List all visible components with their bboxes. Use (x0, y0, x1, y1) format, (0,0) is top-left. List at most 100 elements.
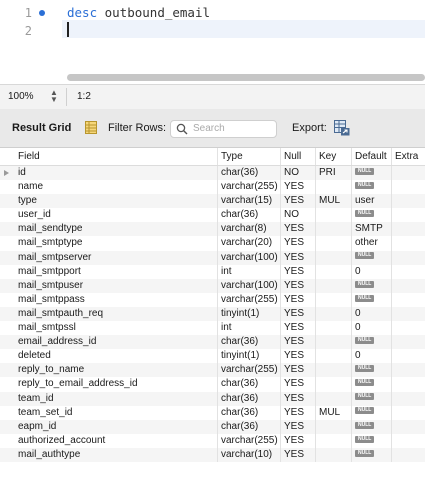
cell-key[interactable] (316, 391, 352, 406)
column-header-key[interactable]: Key (316, 148, 352, 165)
zoom-stepper-icon[interactable]: ▲ ▼ (50, 89, 58, 104)
cell-extra[interactable] (392, 180, 425, 194)
cell-extra[interactable] (392, 406, 425, 420)
cell-null[interactable]: YES (281, 447, 316, 462)
cell-extra[interactable] (392, 251, 425, 265)
row-marker[interactable] (0, 307, 14, 321)
cell-key[interactable] (316, 363, 352, 378)
cell-default[interactable]: NULL (352, 447, 392, 462)
cell-default[interactable]: NULL (352, 419, 392, 434)
cell-extra[interactable] (392, 349, 425, 363)
cell-null[interactable]: YES (281, 377, 316, 392)
cell-key[interactable] (316, 306, 352, 322)
row-marker[interactable] (0, 251, 14, 265)
table-row[interactable]: type varchar(15) YES MUL user (0, 194, 425, 209)
cell-default[interactable]: NULL (352, 377, 392, 392)
cell-null[interactable]: YES (281, 391, 316, 406)
row-marker[interactable] (0, 265, 14, 279)
row-marker[interactable] (0, 377, 14, 391)
column-header-field[interactable]: Field (14, 148, 218, 165)
cell-null[interactable]: YES (281, 349, 316, 364)
cell-field[interactable]: deleted (14, 349, 218, 364)
table-row[interactable]: mail_smtppass varchar(255) YES NULL (0, 292, 425, 307)
cell-null[interactable]: YES (281, 306, 316, 322)
row-marker[interactable] (0, 194, 14, 208)
cell-null[interactable]: YES (281, 405, 316, 420)
table-row[interactable]: email_address_id char(36) YES NULL (0, 335, 425, 350)
table-row[interactable]: mail_smtpserver varchar(100) YES NULL (0, 250, 425, 265)
cell-extra[interactable] (392, 420, 425, 434)
table-row[interactable]: reply_to_email_address_id char(36) YES NULL (0, 377, 425, 392)
cell-field[interactable]: name (14, 180, 218, 195)
cell-null[interactable]: YES (281, 222, 316, 237)
table-row[interactable]: reply_to_name varchar(255) YES NULL (0, 363, 425, 378)
cell-default[interactable]: NULL (352, 180, 392, 195)
cell-key[interactable]: MUL (316, 194, 352, 209)
cell-key[interactable] (316, 208, 352, 223)
code-line-1[interactable]: desc outbound_email (67, 5, 210, 20)
cell-type[interactable]: char(36) (218, 391, 281, 406)
zoom-level[interactable]: 100% (8, 91, 34, 102)
table-row[interactable]: mail_smtpssl int YES 0 (0, 321, 425, 336)
cell-extra[interactable] (392, 307, 425, 321)
row-marker[interactable] (0, 363, 14, 377)
cell-default[interactable]: NULL (352, 278, 392, 293)
cell-field[interactable]: mail_authtype (14, 447, 218, 462)
row-marker[interactable] (0, 434, 14, 448)
cell-extra[interactable] (392, 279, 425, 293)
cell-field[interactable]: mail_smtpauth_req (14, 306, 218, 322)
cell-type[interactable]: varchar(15) (218, 194, 281, 209)
cell-null[interactable]: YES (281, 194, 316, 209)
filter-search-input[interactable] (193, 122, 271, 135)
cell-default[interactable]: NULL (352, 208, 392, 223)
cell-default[interactable]: NULL (352, 250, 392, 265)
table-row[interactable]: mail_smtpport int YES 0 (0, 264, 425, 279)
cell-null[interactable]: YES (281, 236, 316, 251)
cell-extra[interactable] (392, 448, 425, 462)
cell-key[interactable]: MUL (316, 405, 352, 420)
cell-field[interactable]: mail_smtpssl (14, 321, 218, 336)
row-marker[interactable] (0, 420, 14, 434)
cell-type[interactable]: char(36) (218, 419, 281, 434)
cell-extra[interactable] (392, 335, 425, 349)
cell-field[interactable]: team_id (14, 391, 218, 406)
table-row[interactable]: eapm_id char(36) YES NULL (0, 419, 425, 434)
cell-field[interactable]: mail_smtpport (14, 264, 218, 279)
table-row[interactable]: mail_sendtype varchar(8) YES SMTP (0, 222, 425, 237)
cell-key[interactable] (316, 447, 352, 462)
row-marker[interactable] (0, 406, 14, 420)
cell-key[interactable] (316, 236, 352, 251)
cell-extra[interactable] (392, 166, 425, 180)
cell-default[interactable]: 0 (352, 321, 392, 336)
cell-null[interactable]: YES (281, 419, 316, 434)
cell-null[interactable]: YES (281, 335, 316, 350)
row-marker[interactable] (0, 180, 14, 194)
cell-field[interactable]: mail_smtpuser (14, 278, 218, 293)
cell-extra[interactable] (392, 392, 425, 406)
row-marker[interactable] (0, 279, 14, 293)
cell-default[interactable]: other (352, 236, 392, 251)
cell-field[interactable]: mail_smtptype (14, 236, 218, 251)
cell-default[interactable]: NULL (352, 391, 392, 406)
row-marker[interactable] (0, 335, 14, 349)
export-icon[interactable] (334, 120, 350, 136)
cell-key[interactable] (316, 264, 352, 279)
cell-null[interactable]: YES (281, 433, 316, 448)
cell-type[interactable]: int (218, 264, 281, 279)
cell-type[interactable]: tinyint(1) (218, 306, 281, 322)
table-row[interactable]: mail_smtptype varchar(20) YES other (0, 236, 425, 251)
table-row[interactable]: mail_smtpuser varchar(100) YES NULL (0, 278, 425, 293)
cell-extra[interactable] (392, 434, 425, 448)
cell-type[interactable]: varchar(255) (218, 180, 281, 195)
row-marker[interactable] (0, 166, 14, 180)
table-row[interactable]: authorized_account varchar(255) YES NULL (0, 433, 425, 448)
table-row[interactable]: mail_authtype varchar(10) YES NULL (0, 447, 425, 462)
result-grid[interactable]: Field Type Null Key Default Extra id char… (0, 148, 425, 462)
cell-default[interactable]: 0 (352, 264, 392, 279)
cell-type[interactable]: varchar(20) (218, 236, 281, 251)
cell-field[interactable]: reply_to_email_address_id (14, 377, 218, 392)
cell-key[interactable] (316, 335, 352, 350)
grid-view-icon[interactable] (85, 121, 97, 134)
cell-field[interactable]: mail_sendtype (14, 222, 218, 237)
cell-field[interactable]: id (14, 166, 218, 181)
